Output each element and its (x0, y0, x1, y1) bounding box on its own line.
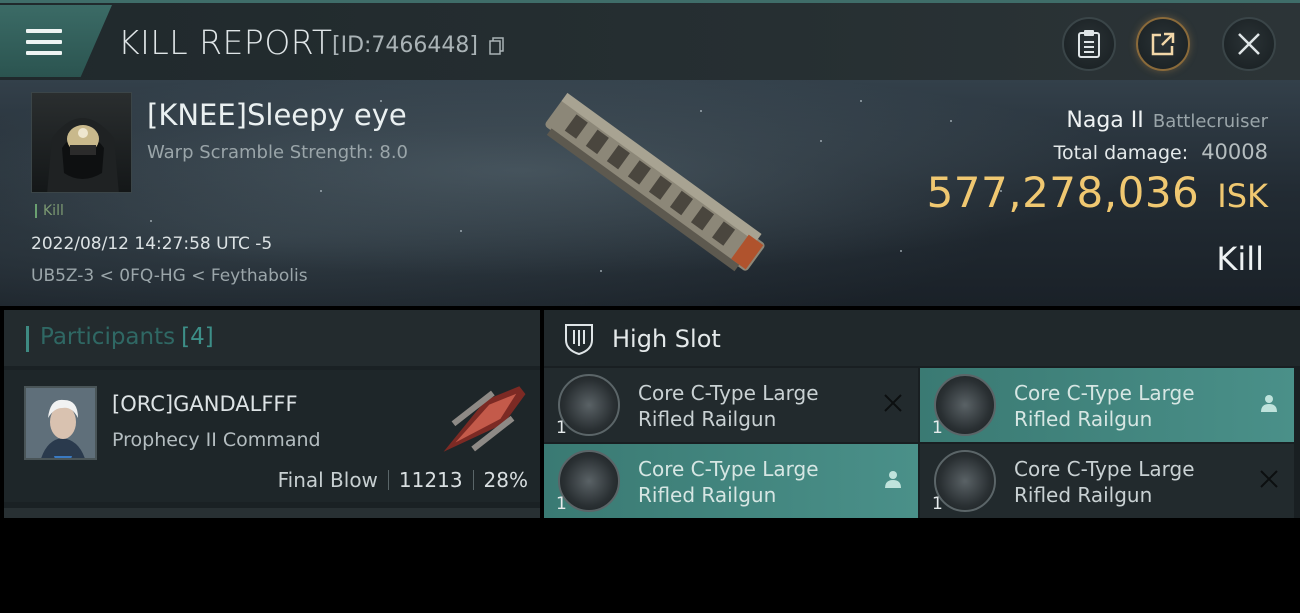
participants-label: Participants (40, 324, 176, 350)
victim-portrait[interactable] (31, 92, 132, 193)
destroyed-x-icon (884, 394, 902, 412)
isk-unit: ISK (1217, 177, 1268, 215)
module-quantity: 1 (556, 494, 567, 514)
report-id: [ID:7466448] (332, 33, 478, 58)
ship-class: Battlecruiser (1152, 111, 1268, 132)
participants-panel: Participants [4] [ORC]GANDALFFF Prophecy … (4, 310, 540, 518)
participant-ship: Prophecy II Command (112, 429, 321, 451)
ship-type: Naga II Battlecruiser (1066, 108, 1268, 133)
menu-icon (26, 29, 62, 57)
copy-icon[interactable] (489, 37, 505, 55)
top-bar: KILL REPORT [ID:7466448] (0, 0, 1300, 80)
participant-damage-percent: 28% (483, 468, 528, 492)
destroyed-x-icon (1260, 470, 1278, 488)
module-quantity: 1 (932, 418, 943, 438)
participant-avatar[interactable] (24, 386, 97, 460)
clipboard-button[interactable] (1062, 17, 1116, 71)
page-title: KILL REPORT (118, 23, 333, 62)
module-item[interactable]: 1 Core C-Type Large Rifled Railgun (544, 368, 918, 442)
module-item[interactable]: 1 Core C-Type Large Rifled Railgun (920, 444, 1294, 518)
close-button[interactable] (1222, 17, 1276, 71)
module-quantity: 1 (556, 418, 567, 438)
participant-name[interactable]: [ORC]GANDALFFF (112, 392, 298, 416)
module-name: Core C-Type Large Rifled Railgun (1014, 457, 1195, 507)
railgun-icon (934, 374, 996, 436)
high-slot-header: High Slot (544, 310, 1300, 366)
participant-row[interactable]: [ORC]GANDALFFF Prophecy II Command Final… (4, 370, 540, 502)
railgun-icon (558, 450, 620, 512)
total-damage-label: Total damage: (1053, 142, 1189, 164)
share-icon (1151, 32, 1175, 56)
railgun-icon (558, 374, 620, 436)
final-blow-label: Final Blow (277, 468, 378, 492)
module-name: Core C-Type Large Rifled Railgun (1014, 381, 1195, 431)
kill-tag: Kill (35, 204, 64, 218)
high-slot-title: High Slot (612, 325, 721, 353)
module-name: Core C-Type Large Rifled Railgun (638, 457, 819, 507)
header-accent-bar (26, 326, 29, 352)
kill-summary-panel: [KNEE]Sleepy eye Warp Scramble Strength:… (0, 80, 1300, 306)
isk-value: 577,278,036 ISK (927, 168, 1268, 217)
close-icon (1238, 33, 1260, 55)
module-item[interactable]: 1 Core C-Type Large Rifled Railgun (920, 368, 1294, 442)
total-damage: Total damage: 40008 (1054, 140, 1268, 164)
module-quantity: 1 (932, 494, 943, 514)
participant-ship-image (443, 386, 526, 452)
participant-stats: Final Blow 11213 28% (278, 468, 528, 492)
kill-result: Kill (1216, 240, 1264, 278)
high-slot-icon (565, 324, 593, 356)
share-button[interactable] (1136, 17, 1190, 71)
victim-name[interactable]: [KNEE]Sleepy eye (147, 98, 407, 132)
isk-amount: 577,278,036 (926, 168, 1200, 217)
kill-location: UB5Z-3 < 0FQ-HG < Feythabolis (31, 266, 308, 286)
participants-title[interactable]: Participants [4] (40, 324, 214, 350)
total-damage-value: 40008 (1201, 140, 1268, 164)
participant-damage: 11213 (398, 468, 463, 492)
participants-header: Participants [4] (4, 310, 540, 366)
module-name: Core C-Type Large Rifled Railgun (638, 381, 819, 431)
hooded-pilot-image (47, 118, 119, 192)
ship-render-image (545, 92, 765, 272)
person-icon (885, 471, 901, 488)
railgun-icon (934, 450, 996, 512)
clipboard-icon (1078, 30, 1100, 58)
menu-button[interactable] (0, 5, 112, 77)
pilot-portrait-image (26, 388, 95, 458)
person-icon (1261, 395, 1277, 412)
participants-count: [4] (181, 324, 214, 350)
ship-name[interactable]: Naga II (1066, 108, 1143, 133)
kill-datetime: 2022/08/12 14:27:58 UTC -5 (31, 234, 273, 254)
module-item[interactable]: 1 Core C-Type Large Rifled Railgun (544, 444, 918, 518)
participant-row-partial[interactable] (4, 508, 540, 518)
high-slot-panel: High Slot 1 Core C-Type Large Rifled Rai… (544, 310, 1300, 518)
warp-scramble-strength: Warp Scramble Strength: 8.0 (147, 142, 409, 163)
